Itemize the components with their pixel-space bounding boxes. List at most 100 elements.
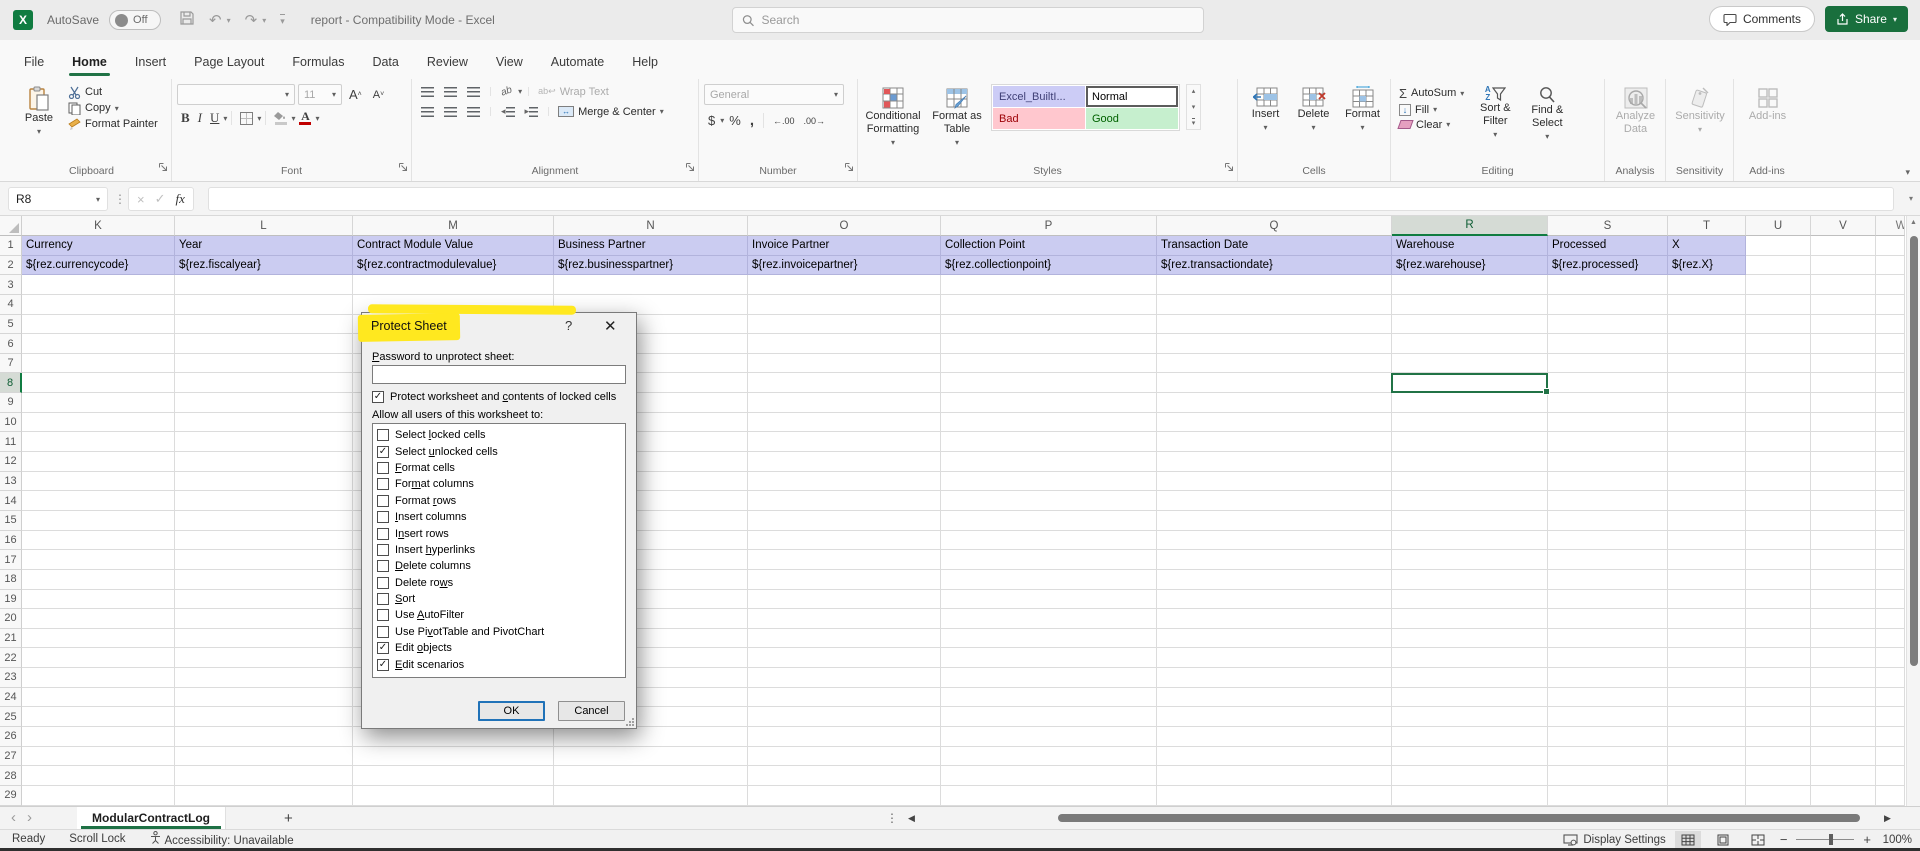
permission-use-pivottable-and-pivotchart[interactable]: Use PivotTable and PivotChart: [375, 624, 623, 640]
cell-U6[interactable]: [1746, 334, 1811, 354]
cell-T27[interactable]: [1668, 746, 1746, 767]
cell-W17[interactable]: [1876, 550, 1905, 570]
underline-icon[interactable]: U: [206, 108, 223, 128]
cell-N1[interactable]: Business Partner: [554, 236, 748, 256]
cell-V12[interactable]: [1811, 452, 1876, 472]
cell-P28[interactable]: [941, 766, 1157, 786]
increase-font-size-icon[interactable]: A ˄: [345, 84, 366, 105]
cell-U14[interactable]: [1746, 491, 1811, 511]
password-input[interactable]: [372, 365, 626, 384]
cell-M2[interactable]: ${rez.contractmodulevalue}: [353, 255, 554, 276]
permission-format-cells[interactable]: Format cells: [375, 460, 623, 476]
cell-T20[interactable]: [1668, 609, 1746, 629]
dialog-close-icon[interactable]: ✕: [604, 317, 617, 335]
cell-T9[interactable]: [1668, 393, 1746, 413]
cell-T24[interactable]: [1668, 687, 1746, 708]
dialog-help-button[interactable]: ?: [565, 318, 572, 333]
cell-U12[interactable]: [1746, 452, 1811, 472]
cell-T11[interactable]: [1668, 432, 1746, 453]
row-header-9[interactable]: 9: [0, 393, 22, 413]
cell-S21[interactable]: [1548, 628, 1668, 649]
cell-S24[interactable]: [1548, 687, 1668, 708]
excel-logo-icon[interactable]: X: [13, 10, 33, 30]
vertical-scrollbar[interactable]: ▲: [1906, 216, 1920, 806]
cell-Q19[interactable]: [1157, 589, 1392, 610]
align-top-icon[interactable]: [417, 85, 438, 99]
cell-Q29[interactable]: [1157, 785, 1392, 806]
column-header-L[interactable]: L: [175, 216, 353, 236]
undo-button[interactable]: ↶: [209, 11, 222, 29]
search-box[interactable]: [732, 7, 1204, 33]
cell-U10[interactable]: [1746, 412, 1811, 433]
cell-T14[interactable]: [1668, 491, 1746, 511]
row-header-24[interactable]: 24: [0, 687, 22, 708]
cell-W18[interactable]: [1876, 569, 1905, 590]
customize-quick-access-icon[interactable]: ▾: [280, 13, 285, 27]
cell-K4[interactable]: [22, 294, 175, 315]
cell-S5[interactable]: [1548, 314, 1668, 335]
cell-N29[interactable]: [554, 785, 748, 806]
cell-K20[interactable]: [22, 609, 175, 629]
vertical-scroll-thumb[interactable]: [1910, 236, 1918, 666]
row-header-8[interactable]: 8: [0, 373, 22, 394]
cell-S28[interactable]: [1548, 766, 1668, 786]
cell-K8[interactable]: [22, 373, 175, 394]
cell-T4[interactable]: [1668, 294, 1746, 315]
cell-R4[interactable]: [1392, 294, 1548, 315]
cell-R20[interactable]: [1392, 609, 1548, 629]
cell-W13[interactable]: [1876, 471, 1905, 492]
cell-T3[interactable]: [1668, 275, 1746, 295]
column-header-Q[interactable]: Q: [1157, 216, 1392, 236]
cell-R1[interactable]: Warehouse: [1392, 236, 1548, 256]
font-name-combo[interactable]: ▾: [177, 84, 295, 105]
cell-V24[interactable]: [1811, 687, 1876, 708]
dialog-titlebar[interactable]: Protect Sheet: [357, 313, 636, 342]
cell-T1[interactable]: X: [1668, 236, 1746, 256]
cell-V18[interactable]: [1811, 569, 1876, 590]
decrease-font-size-icon[interactable]: A ˅: [369, 84, 388, 105]
borders-caret-icon[interactable]: ▾: [257, 114, 261, 123]
cell-S10[interactable]: [1548, 412, 1668, 433]
cell-O12[interactable]: [748, 452, 941, 472]
cell-R13[interactable]: [1392, 471, 1548, 492]
formula-bar-handle-icon[interactable]: ⋮: [114, 192, 126, 206]
cell-L25[interactable]: [175, 707, 353, 728]
cell-W2[interactable]: [1876, 255, 1905, 276]
cell-O4[interactable]: [748, 294, 941, 315]
cell-R27[interactable]: [1392, 746, 1548, 767]
cell-U9[interactable]: [1746, 393, 1811, 413]
column-header-U[interactable]: U: [1746, 216, 1811, 236]
cell-V20[interactable]: [1811, 609, 1876, 629]
confirm-entry-icon[interactable]: ✓: [155, 191, 166, 207]
cell-W12[interactable]: [1876, 452, 1905, 472]
comma-format-icon[interactable]: ,: [746, 110, 758, 131]
cell-K13[interactable]: [22, 471, 175, 492]
increase-indent-icon[interactable]: ▸: [521, 104, 543, 119]
cell-S15[interactable]: [1548, 510, 1668, 531]
cell-P16[interactable]: [941, 530, 1157, 551]
cell-S16[interactable]: [1548, 530, 1668, 551]
cell-T16[interactable]: [1668, 530, 1746, 551]
formula-input[interactable]: [208, 187, 1894, 211]
cell-O5[interactable]: [748, 314, 941, 335]
cell-K10[interactable]: [22, 412, 175, 433]
orientation-caret-icon[interactable]: ▾: [518, 87, 522, 96]
cut-button[interactable]: Cut: [65, 84, 161, 100]
cell-P24[interactable]: [941, 687, 1157, 708]
cell-style-normal[interactable]: Normal: [1086, 86, 1178, 107]
cell-O11[interactable]: [748, 432, 941, 453]
cell-Q7[interactable]: [1157, 353, 1392, 374]
cell-K21[interactable]: [22, 628, 175, 649]
cell-K26[interactable]: [22, 727, 175, 747]
cell-L22[interactable]: [175, 648, 353, 669]
row-header-5[interactable]: 5: [0, 314, 22, 335]
cell-L13[interactable]: [175, 471, 353, 492]
cell-O8[interactable]: [748, 373, 941, 394]
cell-K2[interactable]: ${rez.currencycode}: [22, 255, 175, 276]
cell-W19[interactable]: [1876, 589, 1905, 610]
cell-Q14[interactable]: [1157, 491, 1392, 511]
cell-N27[interactable]: [554, 746, 748, 767]
row-header-13[interactable]: 13: [0, 471, 22, 492]
cell-V13[interactable]: [1811, 471, 1876, 492]
column-header-M[interactable]: M: [353, 216, 554, 236]
